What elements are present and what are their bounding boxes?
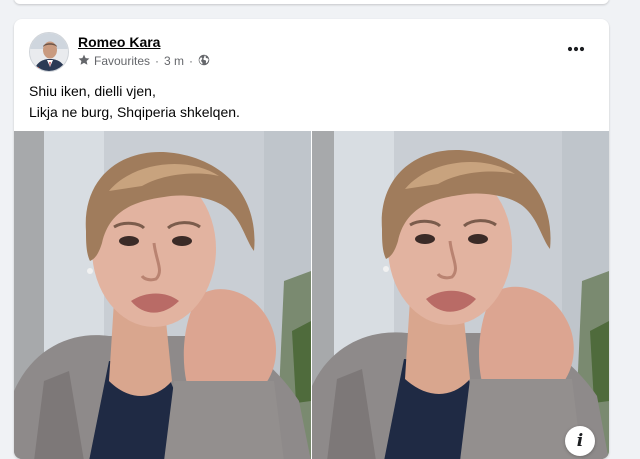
post-card: Romeo Kara Favourites · 3 m · Shiu iken,… <box>14 19 609 459</box>
author-name[interactable]: Romeo Kara <box>78 34 160 50</box>
post-media[interactable] <box>14 131 609 459</box>
meta-separator: · <box>189 54 194 68</box>
info-button[interactable]: i <box>565 426 595 456</box>
avatar-photo <box>30 33 68 71</box>
post-text-line: Likja ne burg, Shqiperia shkelqen. <box>29 104 240 120</box>
media-photo-right[interactable] <box>312 131 609 459</box>
audience-label[interactable]: Favourites <box>94 54 150 68</box>
post-timestamp[interactable]: 3 m <box>164 54 184 68</box>
media-photo-left[interactable] <box>14 131 311 459</box>
post-meta: Favourites · 3 m · <box>78 53 210 69</box>
post-text-line: Shiu iken, dielli vjen, <box>29 83 156 99</box>
media-divider <box>311 131 312 459</box>
more-options-button[interactable] <box>562 37 590 61</box>
more-options-icon <box>567 46 585 52</box>
info-icon: i <box>576 431 584 451</box>
globe-icon[interactable] <box>198 54 210 69</box>
meta-separator: · <box>155 54 160 68</box>
author-avatar[interactable] <box>29 32 69 72</box>
post-text: Shiu iken, dielli vjen, Likja ne burg, S… <box>29 81 240 123</box>
star-icon <box>78 54 90 69</box>
woman-selfie-photo <box>312 131 609 459</box>
previous-post-card <box>14 0 609 4</box>
woman-selfie-photo <box>14 131 311 459</box>
